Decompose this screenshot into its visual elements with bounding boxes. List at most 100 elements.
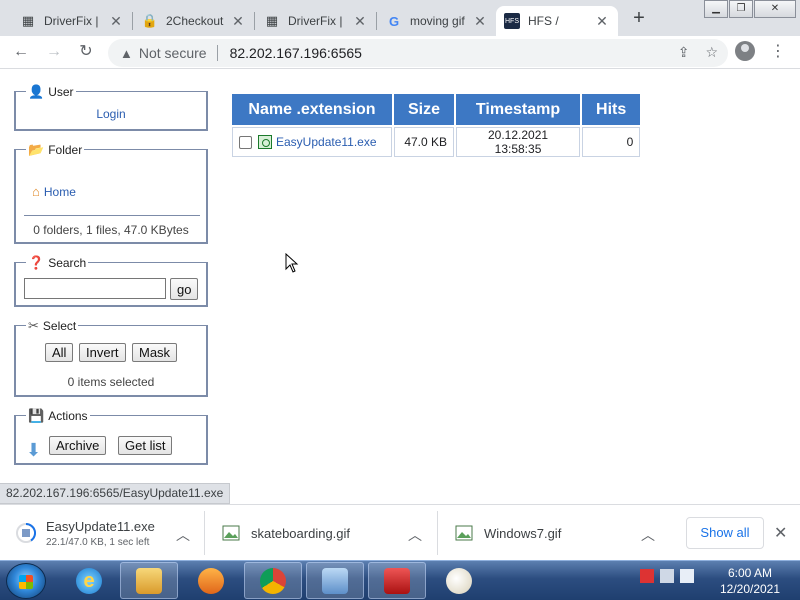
taskbar-control-panel[interactable] — [306, 562, 364, 599]
tab-strip: ▦ DriverFix | ✕ 🔒 2Checkout ✕ ▦ DriverFi… — [0, 0, 800, 36]
control-panel-icon — [322, 567, 348, 594]
close-tab-icon[interactable]: ✕ — [594, 13, 610, 30]
table-row: EasyUpdate11.exe 47.0 KB 20.12.2021 13:5… — [232, 127, 641, 157]
column-header-name[interactable]: Name .extension — [232, 94, 392, 125]
system-tray — [640, 569, 694, 583]
lock-icon: 🔒 — [141, 13, 159, 28]
get-list-button[interactable]: Get list — [118, 436, 173, 455]
google-icon: G — [388, 13, 400, 29]
close-window-button[interactable]: ✕ — [754, 0, 796, 18]
download-arrow-icon: ⬇ — [26, 440, 42, 460]
volume-icon[interactable] — [680, 569, 694, 583]
download-shelf: EasyUpdate11.exe 22.1/47.0 KB, 1 sec lef… — [0, 504, 800, 560]
archive-button[interactable]: Archive — [49, 436, 107, 455]
row-checkbox[interactable] — [239, 135, 252, 149]
link-status-bar: 82.202.167.196:6565/EasyUpdate11.exe — [0, 483, 231, 504]
media-player-icon — [198, 567, 224, 594]
actions-panel: 💾 Actions ⬇ Archive Get list — [14, 408, 208, 465]
select-all-button[interactable]: All — [45, 343, 74, 362]
chevron-up-icon[interactable]: ︿ — [641, 525, 655, 545]
tab-driverfix-1[interactable]: ▦ DriverFix | ✕ — [12, 6, 132, 36]
download-name: EasyUpdate11.exe — [46, 518, 155, 534]
hfs-icon: HFS — [504, 13, 520, 29]
close-tab-icon[interactable]: ✕ — [352, 13, 368, 30]
tab-hfs[interactable]: HFS HFS / ✕ — [496, 6, 618, 36]
download-item-skateboarding[interactable]: skateboarding.gif — [221, 511, 350, 555]
home-link[interactable]: Home — [44, 185, 76, 199]
share-icon[interactable]: ⇪ — [678, 44, 690, 61]
profile-avatar[interactable] — [735, 41, 755, 61]
download-name: skateboarding.gif — [251, 525, 351, 541]
folder-summary: 0 folders, 1 files, 47.0 KBytes — [33, 223, 189, 237]
column-header-hits[interactable]: Hits — [582, 94, 641, 125]
image-file-icon — [222, 525, 240, 541]
browser-toolbar: ← → ↻ ▲ Not secure 82.202.167.196:6565 ⇪… — [0, 36, 800, 69]
internet-explorer-icon: e — [76, 567, 102, 594]
folder-panel: 📂 Folder ⌂ Home 0 folders, 1 files, 47.0… — [14, 142, 208, 244]
warning-icon: ▲ — [120, 45, 133, 61]
user-panel: 👤 User Login — [14, 84, 208, 131]
help-icon: ❓ — [28, 255, 45, 270]
taskbar-ie[interactable]: e — [60, 562, 118, 599]
folder-icon — [136, 567, 162, 594]
security-alert-icon[interactable] — [640, 569, 654, 583]
close-tab-icon[interactable]: ✕ — [472, 13, 488, 30]
chrome-icon — [260, 567, 286, 594]
download-item-windows7[interactable]: Windows7.gif — [454, 511, 561, 555]
folder-legend: Folder — [48, 143, 83, 157]
taskbar-chrome[interactable] — [244, 562, 302, 599]
show-all-button[interactable]: Show all — [686, 517, 764, 549]
actions-legend: Actions — [48, 409, 88, 423]
taskbar-explorer[interactable] — [120, 562, 178, 599]
url-text[interactable]: 82.202.167.196:6565 — [230, 45, 362, 61]
forward-button[interactable]: → — [43, 41, 65, 63]
security-label[interactable]: Not secure — [139, 45, 207, 61]
taskbar-paint[interactable] — [430, 562, 488, 599]
save-icon: 💾 — [28, 408, 45, 423]
driverfix-icon: ▦ — [21, 13, 35, 28]
close-tab-icon[interactable]: ✕ — [108, 13, 124, 30]
clock-time: 6:00 AM — [727, 566, 773, 580]
new-tab-button[interactable]: + — [626, 6, 652, 32]
user-legend: User — [48, 85, 74, 99]
file-link[interactable]: EasyUpdate11.exe — [276, 135, 377, 149]
windows-taskbar: e 6:00 AM 12/20/2021 — [0, 560, 800, 600]
driverfix-icon: ▦ — [265, 13, 279, 28]
back-button[interactable]: ← — [10, 41, 32, 63]
bookmark-star-icon[interactable]: ☆ — [705, 44, 718, 61]
network-icon[interactable] — [660, 569, 674, 583]
search-panel: ❓ Search go — [14, 255, 208, 307]
go-button[interactable]: go — [170, 278, 199, 300]
taskbar-toolbox[interactable] — [368, 562, 426, 599]
maximize-button[interactable]: ❐ — [729, 0, 753, 18]
download-item-easyupdate[interactable]: EasyUpdate11.exe 22.1/47.0 KB, 1 sec lef… — [16, 511, 155, 555]
address-bar[interactable]: ▲ Not secure 82.202.167.196:6565 ⇪ ☆ — [108, 39, 728, 67]
download-status: 22.1/47.0 KB, 1 sec left — [46, 536, 150, 548]
tab-driverfix-2[interactable]: ▦ DriverFix | ✕ — [256, 6, 376, 36]
selection-summary: 0 items selected — [67, 375, 155, 389]
column-header-timestamp[interactable]: Timestamp — [456, 94, 581, 125]
download-progress-icon — [16, 523, 36, 543]
mask-button[interactable]: Mask — [132, 343, 178, 362]
close-tab-icon[interactable]: ✕ — [230, 13, 246, 30]
tab-2checkout[interactable]: 🔒 2Checkout ✕ — [134, 6, 254, 36]
search-legend: Search — [48, 256, 87, 270]
reload-button[interactable]: ↻ — [75, 41, 97, 63]
chevron-up-icon[interactable]: ︿ — [176, 525, 190, 545]
taskbar-clock[interactable]: 6:00 AM 12/20/2021 — [712, 565, 788, 597]
column-header-size[interactable]: Size — [394, 94, 455, 125]
search-input[interactable] — [24, 278, 166, 299]
menu-kebab-icon[interactable]: ⋮ — [770, 41, 786, 63]
login-link[interactable]: Login — [96, 107, 125, 121]
toolbox-icon — [384, 567, 410, 594]
chevron-up-icon[interactable]: ︿ — [408, 525, 422, 545]
clock-date: 12/20/2021 — [719, 582, 781, 596]
size-cell: 47.0 KB — [394, 127, 455, 157]
invert-button[interactable]: Invert — [79, 343, 126, 362]
download-name: Windows7.gif — [484, 525, 562, 541]
minimize-button[interactable]: ▁ — [704, 0, 728, 18]
taskbar-media-player[interactable] — [182, 562, 240, 599]
close-icon[interactable]: ✕ — [774, 523, 787, 543]
tab-moving-gif[interactable]: G moving gif ✕ — [378, 6, 496, 36]
start-button[interactable] — [6, 563, 46, 599]
